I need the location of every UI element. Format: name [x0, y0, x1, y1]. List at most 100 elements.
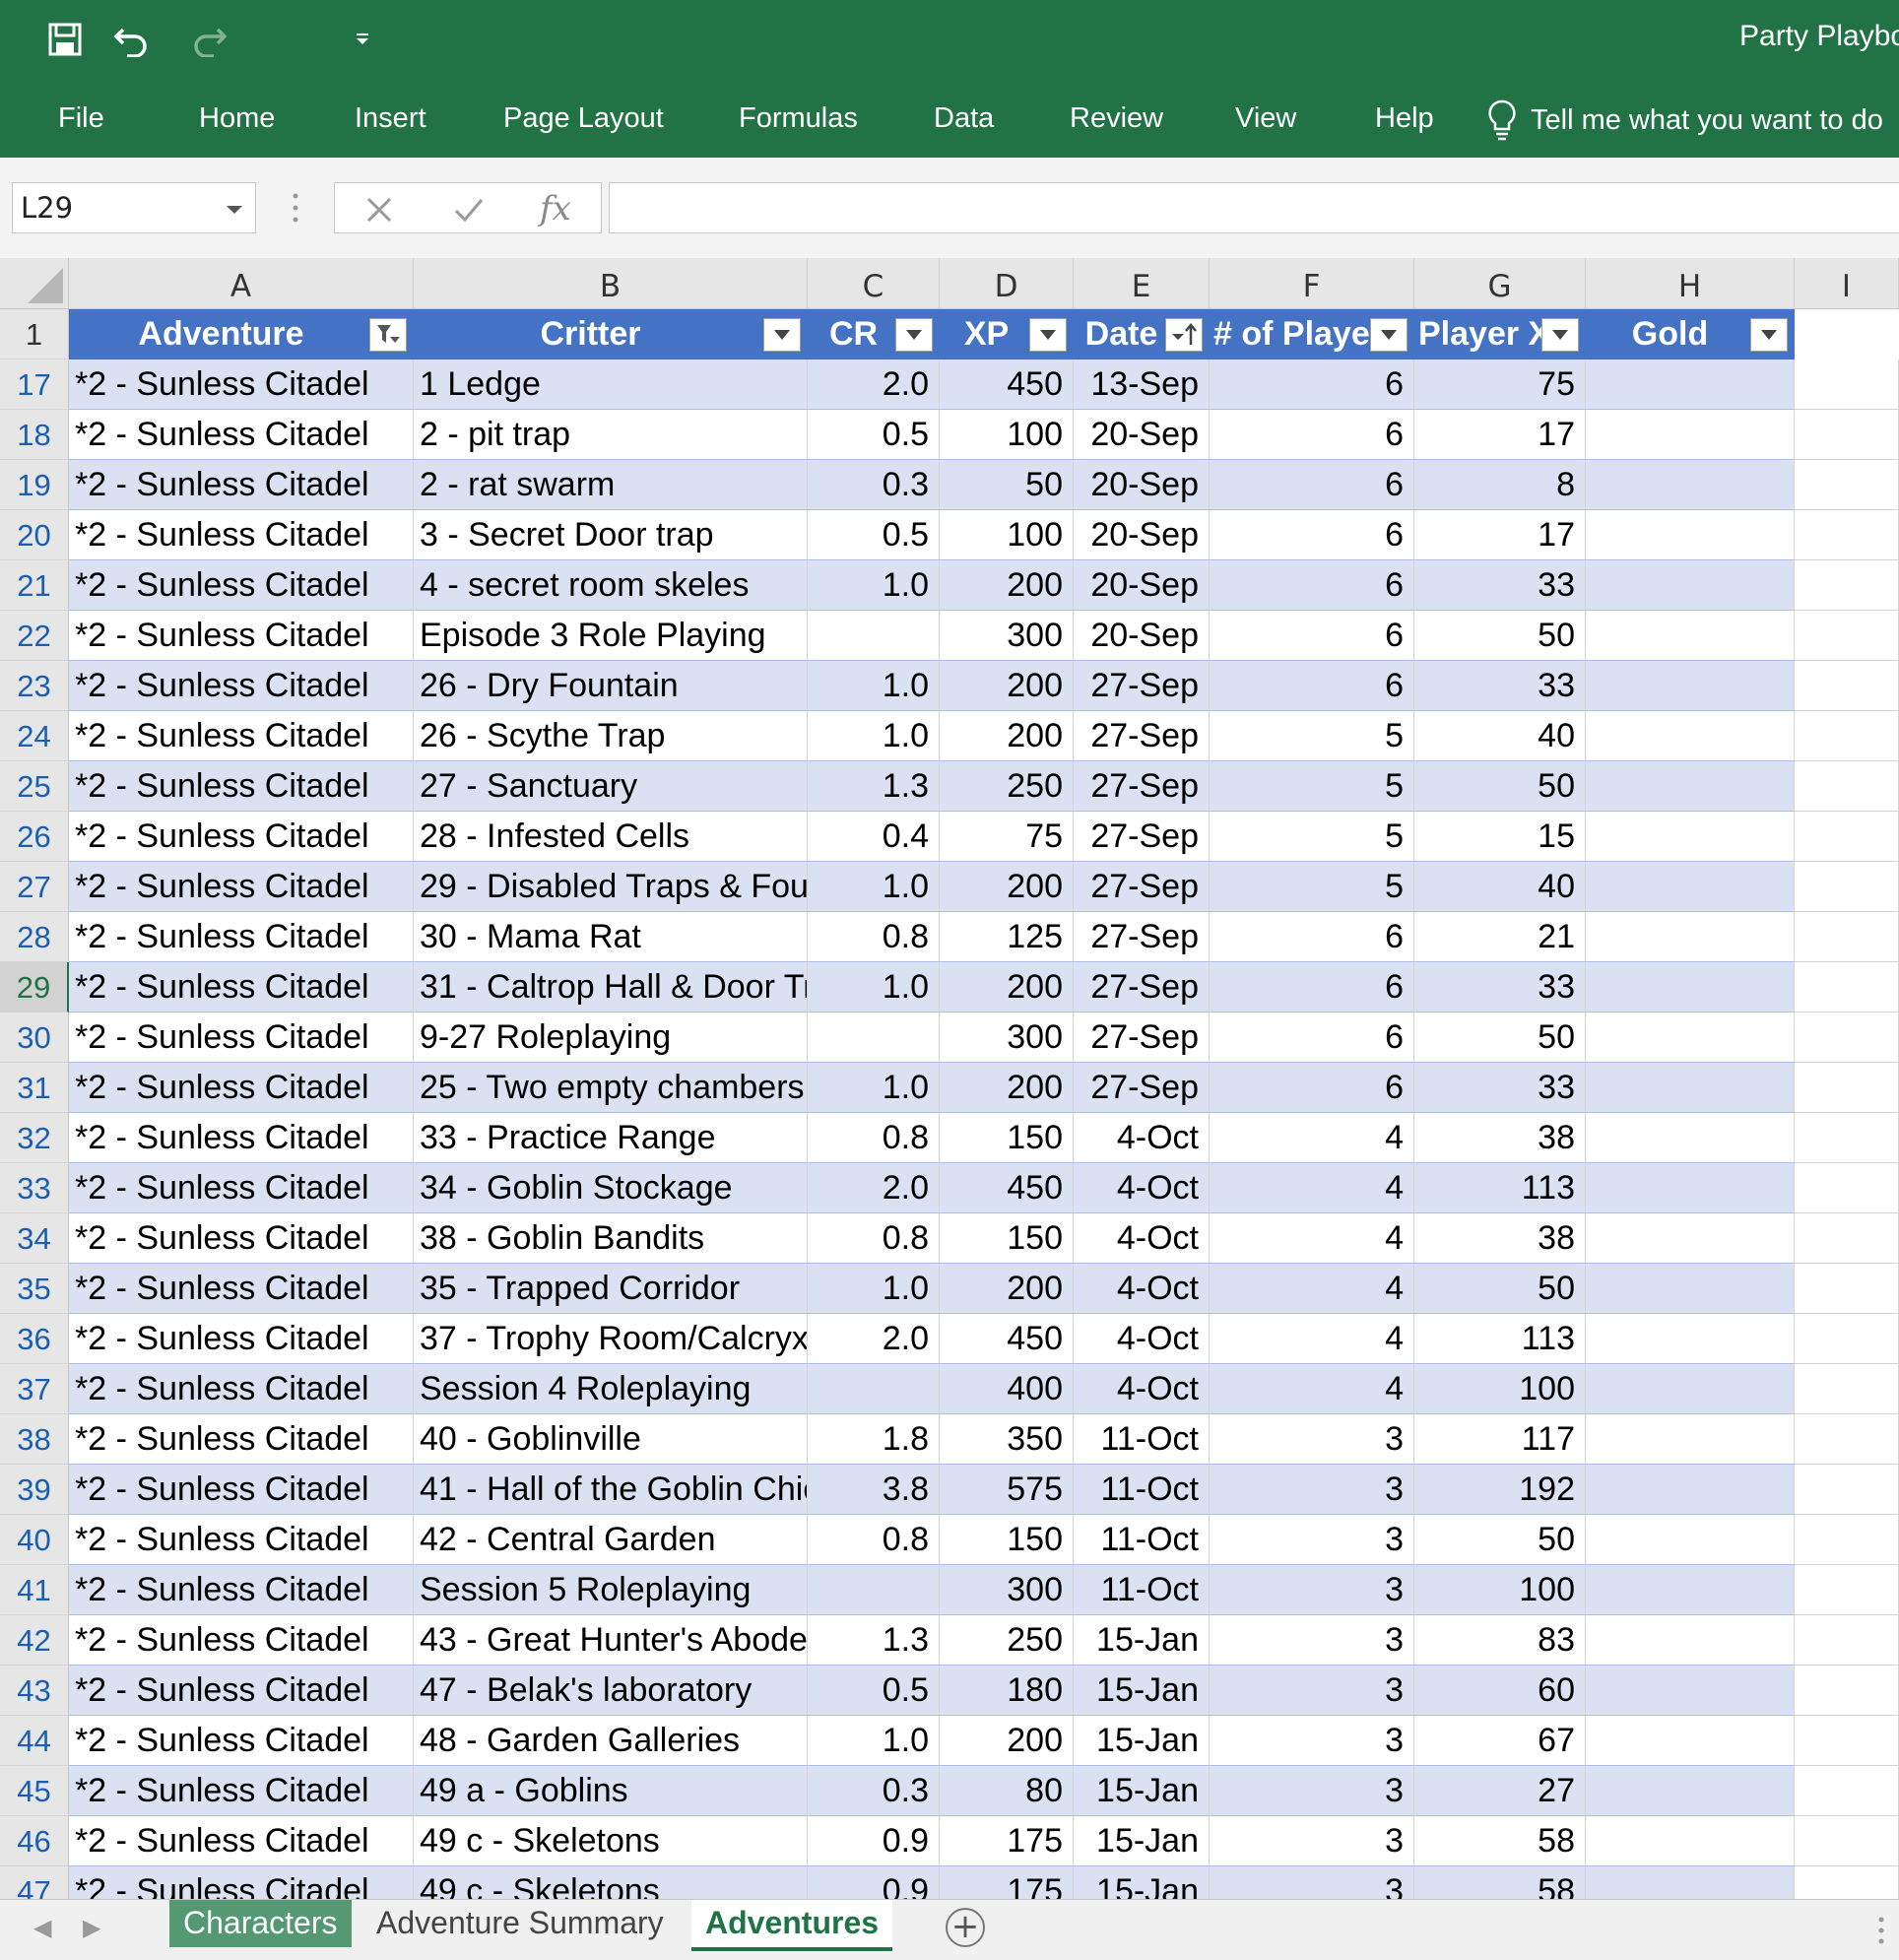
cell-gold[interactable] — [1586, 460, 1795, 510]
cell-player-xp[interactable]: 33 — [1414, 962, 1586, 1013]
cell-i[interactable] — [1795, 661, 1899, 711]
cell-adventure[interactable]: *2 - Sunless Citadel — [69, 812, 414, 862]
cell-player-xp[interactable]: 50 — [1414, 611, 1586, 661]
column-header-f[interactable]: F — [1210, 258, 1414, 309]
cell-player-xp[interactable]: 67 — [1414, 1716, 1586, 1766]
cell-cr[interactable]: 2.0 — [808, 1314, 940, 1364]
cell-gold[interactable] — [1586, 1866, 1795, 1899]
cell-date[interactable]: 27-Sep — [1074, 962, 1210, 1013]
cell-i[interactable] — [1795, 1113, 1899, 1163]
cell-critter[interactable]: 29 - Disabled Traps & Fountain — [414, 862, 808, 912]
cell-gold[interactable] — [1586, 1515, 1795, 1565]
formula-input[interactable] — [609, 182, 1899, 233]
cell-date[interactable]: 4-Oct — [1074, 1364, 1210, 1414]
cell-xp[interactable]: 80 — [940, 1766, 1074, 1816]
row-header[interactable]: 24 — [0, 711, 69, 761]
cell-gold[interactable] — [1586, 1666, 1795, 1716]
cell-adventure[interactable]: *2 - Sunless Citadel — [69, 1213, 414, 1264]
cell-i[interactable] — [1795, 1866, 1899, 1899]
cell-i[interactable] — [1795, 510, 1899, 560]
cell-cr[interactable]: 1.3 — [808, 761, 940, 812]
cell-gold[interactable] — [1586, 761, 1795, 812]
cell-gold[interactable] — [1586, 510, 1795, 560]
cell-player-xp[interactable]: 113 — [1414, 1314, 1586, 1364]
row-header[interactable]: 23 — [0, 661, 69, 711]
cell-critter[interactable]: 26 - Scythe Trap — [414, 711, 808, 761]
cancel-icon[interactable] — [364, 195, 394, 225]
row-header[interactable]: 38 — [0, 1414, 69, 1465]
cell-critter[interactable]: 28 - Infested Cells — [414, 812, 808, 862]
cell-critter[interactable]: 9-27 Roleplaying — [414, 1013, 808, 1063]
cell-critter[interactable]: Episode 3 Role Playing — [414, 611, 808, 661]
cell-gold[interactable] — [1586, 359, 1795, 410]
undo-icon[interactable] — [104, 14, 160, 65]
row-header[interactable]: 22 — [0, 611, 69, 661]
cell-adventure[interactable]: *2 - Sunless Citadel — [69, 460, 414, 510]
row-header[interactable]: 21 — [0, 560, 69, 611]
cell-critter[interactable]: 26 - Dry Fountain — [414, 661, 808, 711]
cell-players[interactable]: 4 — [1210, 1364, 1414, 1414]
cell-date[interactable]: 20-Sep — [1074, 510, 1210, 560]
row-header[interactable]: 19 — [0, 460, 69, 510]
row-header[interactable]: 40 — [0, 1515, 69, 1565]
row-header[interactable]: 42 — [0, 1615, 69, 1666]
cell-i[interactable] — [1795, 560, 1899, 611]
redo-icon[interactable] — [181, 14, 236, 65]
cell-xp[interactable]: 575 — [940, 1465, 1074, 1515]
cell-player-xp[interactable]: 113 — [1414, 1163, 1586, 1213]
cell-date[interactable]: 4-Oct — [1074, 1314, 1210, 1364]
cell-adventure[interactable]: *2 - Sunless Citadel — [69, 962, 414, 1013]
header-cell-date[interactable]: Date — [1074, 309, 1210, 359]
cell-critter[interactable]: 35 - Trapped Corridor — [414, 1264, 808, 1314]
cell-i[interactable] — [1795, 1515, 1899, 1565]
column-header-b[interactable]: B — [414, 258, 808, 309]
cell-i[interactable] — [1795, 1213, 1899, 1264]
cell-adventure[interactable]: *2 - Sunless Citadel — [69, 510, 414, 560]
cell-adventure[interactable]: *2 - Sunless Citadel — [69, 1314, 414, 1364]
row-header[interactable]: 30 — [0, 1013, 69, 1063]
cell-adventure[interactable]: *2 - Sunless Citadel — [69, 1163, 414, 1213]
cell-players[interactable]: 4 — [1210, 1113, 1414, 1163]
cell-cr[interactable]: 0.8 — [808, 1213, 940, 1264]
cell-gold[interactable] — [1586, 611, 1795, 661]
cell-date[interactable]: 11-Oct — [1074, 1414, 1210, 1465]
cell-xp[interactable]: 400 — [940, 1364, 1074, 1414]
cell-players[interactable]: 3 — [1210, 1716, 1414, 1766]
cell-adventure[interactable]: *2 - Sunless Citadel — [69, 1866, 414, 1899]
cell-adventure[interactable]: *2 - Sunless Citadel — [69, 1615, 414, 1666]
cell-cr[interactable]: 0.8 — [808, 1113, 940, 1163]
row-header[interactable]: 28 — [0, 912, 69, 962]
row-header[interactable]: 1 — [0, 309, 69, 359]
cell-gold[interactable] — [1586, 812, 1795, 862]
cell-players[interactable]: 3 — [1210, 1615, 1414, 1666]
cell-cr[interactable]: 0.9 — [808, 1816, 940, 1866]
cell-critter[interactable]: 49 a - Goblins — [414, 1766, 808, 1816]
cell-player-xp[interactable]: 17 — [1414, 410, 1586, 460]
cell-critter[interactable]: 40 - Goblinville — [414, 1414, 808, 1465]
cell-players[interactable]: 6 — [1210, 510, 1414, 560]
cell-date[interactable]: 27-Sep — [1074, 1013, 1210, 1063]
cell-gold[interactable] — [1586, 560, 1795, 611]
cell-players[interactable]: 6 — [1210, 359, 1414, 410]
cell-adventure[interactable]: *2 - Sunless Citadel — [69, 1013, 414, 1063]
cell-xp[interactable]: 175 — [940, 1866, 1074, 1899]
cell-gold[interactable] — [1586, 862, 1795, 912]
tab-formulas[interactable]: Formulas — [739, 102, 858, 135]
row-header[interactable]: 20 — [0, 510, 69, 560]
customize-qat-icon[interactable] — [335, 14, 390, 65]
cell-i[interactable] — [1795, 611, 1899, 661]
select-all-corner[interactable] — [0, 258, 69, 309]
row-header[interactable]: 47 — [0, 1866, 69, 1899]
cell-critter[interactable]: 31 - Caltrop Hall & Door Trap — [414, 962, 808, 1013]
cell-adventure[interactable]: *2 - Sunless Citadel — [69, 761, 414, 812]
cell-gold[interactable] — [1586, 1565, 1795, 1615]
row-header[interactable]: 35 — [0, 1264, 69, 1314]
filter-dropdown-icon[interactable] — [895, 318, 933, 352]
tab-home[interactable]: Home — [199, 102, 275, 135]
row-header[interactable]: 46 — [0, 1816, 69, 1866]
cell-adventure[interactable]: *2 - Sunless Citadel — [69, 359, 414, 410]
filter-dropdown-icon[interactable] — [1541, 318, 1579, 352]
column-header-c[interactable]: C — [808, 258, 940, 309]
cell-i[interactable] — [1795, 1013, 1899, 1063]
save-icon[interactable] — [37, 14, 93, 65]
